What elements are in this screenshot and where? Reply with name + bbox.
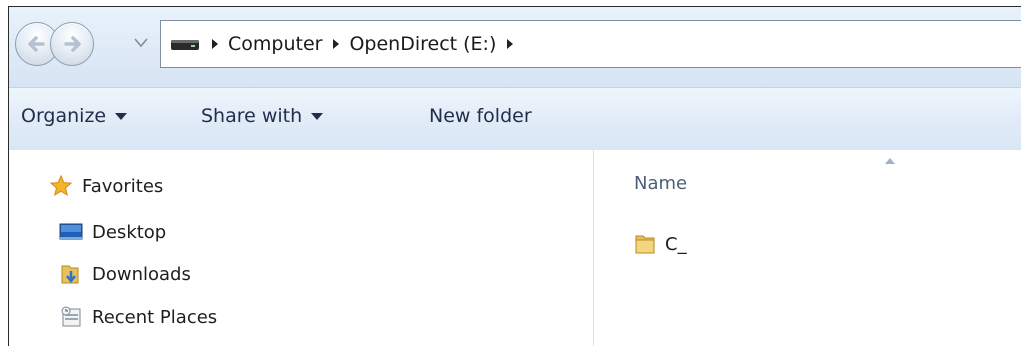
breadcrumb: Computer OpenDirect (E:) [161, 21, 523, 67]
folder-icon [634, 232, 656, 256]
new-folder-label: New folder [429, 105, 532, 127]
favorites-label: Favorites [82, 175, 164, 197]
organize-label: Organize [21, 105, 107, 127]
file-list: Name C_ [594, 150, 1021, 346]
sidebar-item-label: Downloads [92, 263, 191, 285]
address-bar-row: Computer OpenDirect (E:) [9, 7, 1021, 87]
breadcrumb-item-drive[interactable]: OpenDirect (E:) [349, 33, 496, 55]
column-header-name[interactable]: Name [634, 173, 687, 194]
list-item[interactable]: C_ [634, 232, 687, 256]
chevron-down-icon [115, 112, 128, 120]
desktop-icon [59, 220, 83, 244]
sidebar-item-recent-places[interactable]: Recent Places [59, 305, 217, 329]
sidebar-item-label: Desktop [92, 221, 167, 243]
sort-ascending-icon [885, 158, 895, 164]
sidebar-item-label: Recent Places [92, 306, 218, 328]
forward-arrow-icon [64, 36, 81, 52]
drive-icon [169, 34, 201, 54]
navigation-buttons [15, 18, 165, 68]
back-arrow-icon [28, 36, 45, 52]
breadcrumb-chevron-icon[interactable] [506, 38, 514, 50]
downloads-folder-icon [59, 262, 83, 286]
breadcrumb-chevron-icon[interactable] [332, 38, 340, 50]
favorites-node[interactable]: Favorites [49, 174, 163, 198]
command-bar: Organize Share with New folder [9, 87, 1021, 151]
share-with-label: Share with [201, 105, 303, 127]
sidebar-item-desktop[interactable]: Desktop [59, 220, 166, 244]
recent-pages-dropdown-icon[interactable] [133, 37, 149, 49]
explorer-window: Computer OpenDirect (E:) Organize Share … [8, 6, 1021, 346]
breadcrumb-chevron-icon[interactable] [211, 38, 219, 50]
sidebar-item-downloads[interactable]: Downloads [59, 262, 191, 286]
share-with-button[interactable]: Share with [201, 105, 324, 127]
file-name: C_ [665, 233, 687, 255]
forward-button[interactable] [50, 22, 94, 66]
organize-button[interactable]: Organize [21, 105, 128, 127]
chevron-down-icon [311, 112, 324, 120]
navigation-pane: Favorites Desktop Downloads Recent Place… [9, 150, 593, 346]
star-icon [49, 174, 73, 198]
new-folder-button[interactable]: New folder [429, 105, 532, 127]
recent-places-icon [59, 305, 83, 329]
address-box[interactable]: Computer OpenDirect (E:) [160, 20, 1021, 68]
breadcrumb-item-computer[interactable]: Computer [228, 33, 322, 55]
